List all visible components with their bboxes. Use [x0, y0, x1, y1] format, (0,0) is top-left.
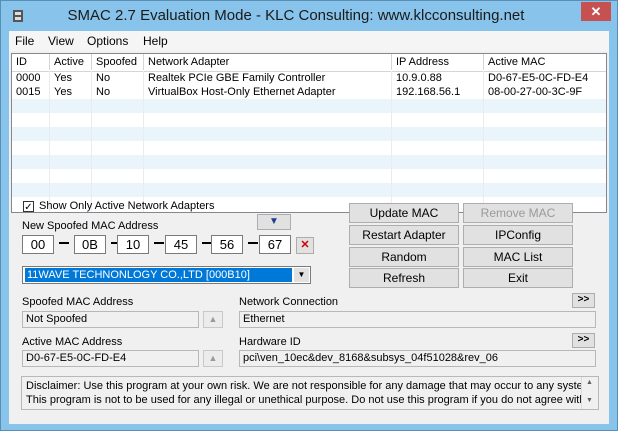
col-active-mac[interactable]: Active MAC [484, 54, 606, 70]
disclaimer-box[interactable]: Disclaimer: Use this program at your own… [21, 376, 599, 410]
title-bar[interactable]: SMAC 2.7 Evaluation Mode - KLC Consultin… [1, 1, 617, 31]
row-stripe [12, 183, 606, 197]
table-header: ID Active Spoofed Network Adapter IP Add… [12, 54, 606, 72]
col-network-adapter[interactable]: Network Adapter [144, 54, 392, 70]
spoofed-mac-label: Spoofed MAC Address [22, 296, 134, 308]
cell-adapter: VirtualBox Host-Only Ethernet Adapter [148, 86, 336, 98]
octet-separator [248, 242, 258, 244]
show-active-checkbox[interactable]: ✓ [23, 201, 34, 213]
scroll-up-icon[interactable]: ▲ [586, 379, 593, 386]
col-spoofed[interactable]: Spoofed [92, 54, 144, 70]
disclaimer-line-1: Disclaimer: Use this program at your own… [26, 380, 595, 392]
cell-mac: D0-67-E5-0C-FD-E4 [488, 72, 589, 84]
network-connection-field: Ethernet [239, 311, 596, 328]
app-window: SMAC 2.7 Evaluation Mode - KLC Consultin… [0, 0, 618, 431]
show-active-label: Show Only Active Network Adapters [39, 200, 215, 212]
row-stripe [12, 127, 606, 141]
mac-octet-1[interactable]: 00 [22, 235, 54, 254]
mac-octet-4[interactable]: 45 [165, 235, 197, 254]
cell-id: 0000 [16, 72, 41, 84]
mac-octet-5[interactable]: 56 [211, 235, 243, 254]
mac-list-button[interactable]: MAC List [463, 247, 573, 267]
refresh-button[interactable]: Refresh [349, 268, 459, 288]
clear-x-icon: ✕ [300, 239, 310, 251]
dropdown-button[interactable]: ▼ [294, 268, 309, 282]
hardware-id-field: pci\ven_10ec&dev_8168&subsys_04f51028&re… [239, 350, 596, 367]
row-stripe [12, 155, 606, 169]
window-title: SMAC 2.7 Evaluation Mode - KLC Consultin… [67, 7, 525, 24]
arrow-up-icon: ▲ [208, 353, 218, 363]
table-row[interactable]: 0000 Yes No Realtek PCIe GBE Family Cont… [12, 71, 606, 85]
vendor-arrow-button[interactable]: ▼ [257, 214, 291, 230]
restart-adapter-button[interactable]: Restart Adapter [349, 225, 459, 245]
cell-ip: 192.168.56.1 [396, 86, 461, 98]
cell-ip: 10.9.0.88 [396, 72, 442, 84]
disclaimer-scrollbar[interactable]: ▲ ▼ [581, 377, 598, 409]
menu-bar: File View Options Help [9, 31, 609, 51]
mac-octet-2[interactable]: 0B [74, 235, 106, 254]
remove-mac-button[interactable]: Remove MAC [463, 203, 573, 223]
network-connection-more-button[interactable]: >> [572, 293, 595, 308]
cell-id: 0015 [16, 86, 41, 98]
network-connection-label: Network Connection [239, 296, 339, 308]
vendor-select[interactable]: 11WAVE TECHNONLOGY CO.,LTD [000B10] ▼ [22, 266, 311, 284]
arrow-up-icon: ▲ [208, 314, 218, 324]
checkmark-icon: ✓ [24, 202, 33, 213]
scroll-down-icon[interactable]: ▼ [586, 397, 593, 404]
spoofed-mac-up-button[interactable]: ▲ [203, 311, 223, 328]
hardware-id-label: Hardware ID [239, 336, 301, 348]
close-button[interactable]: ✕ [581, 2, 611, 21]
spoofed-mac-field: Not Spoofed [22, 311, 199, 328]
active-mac-up-button[interactable]: ▲ [203, 350, 223, 367]
octet-separator [59, 242, 69, 244]
table-row[interactable]: 0015 Yes No VirtualBox Host-Only Etherne… [12, 85, 606, 99]
disclaimer-line-2: This program is not to be used for any i… [26, 394, 586, 406]
hardware-id-more-button[interactable]: >> [572, 333, 595, 348]
cell-active: Yes [54, 86, 72, 98]
mac-octet-3[interactable]: 10 [117, 235, 149, 254]
octet-separator [154, 242, 164, 244]
ipconfig-button[interactable]: IPConfig [463, 225, 573, 245]
new-mac-label: New Spoofed MAC Address [22, 220, 159, 232]
arrow-down-icon: ▼ [269, 216, 279, 227]
random-button[interactable]: Random [349, 247, 459, 267]
active-mac-field: D0-67-E5-0C-FD-E4 [22, 350, 199, 367]
vendor-selected-value: 11WAVE TECHNONLOGY CO.,LTD [000B10] [25, 268, 292, 282]
menu-file[interactable]: File [15, 34, 34, 48]
row-stripe [12, 99, 606, 113]
menu-options[interactable]: Options [87, 34, 128, 48]
menu-view[interactable]: View [48, 34, 74, 48]
client-area: File View Options Help ID Active Spoofed… [9, 31, 609, 424]
menu-help[interactable]: Help [143, 34, 168, 48]
adapter-table[interactable]: ID Active Spoofed Network Adapter IP Add… [11, 53, 607, 213]
exit-button[interactable]: Exit [463, 268, 573, 288]
cell-mac: 08-00-27-00-3C-9F [488, 86, 583, 98]
mac-octet-6[interactable]: 67 [259, 235, 291, 254]
col-active[interactable]: Active [50, 54, 92, 70]
clear-mac-button[interactable]: ✕ [296, 237, 314, 254]
col-id[interactable]: ID [12, 54, 50, 70]
active-mac-label: Active MAC Address [22, 336, 123, 348]
cell-spoofed: No [96, 72, 111, 84]
cell-adapter: Realtek PCIe GBE Family Controller [148, 72, 326, 84]
col-ip-address[interactable]: IP Address [392, 54, 484, 70]
update-mac-button[interactable]: Update MAC [349, 203, 459, 223]
chevron-down-icon: ▼ [297, 270, 306, 279]
cell-active: Yes [54, 72, 72, 84]
close-icon: ✕ [590, 4, 602, 19]
cell-spoofed: No [96, 86, 111, 98]
